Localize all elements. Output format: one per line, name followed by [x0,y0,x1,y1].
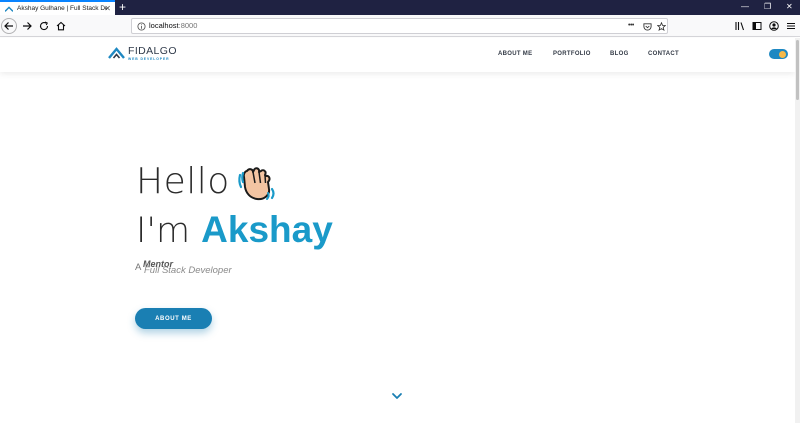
typed-text-role: Full Stack Developer [144,265,232,276]
hero-greeting: Hello [136,161,230,202]
forward-button[interactable] [20,19,34,33]
nav-contact[interactable]: CONTACT [648,51,679,57]
logo-roof-icon [108,47,125,59]
reload-button[interactable] [37,19,51,33]
nav-about-me[interactable]: ABOUT ME [498,51,532,57]
tab-title: Akshay Gulhane | Full Stack Developer [17,5,107,12]
nav-blog[interactable]: BLOG [610,51,629,57]
hamburger-menu-icon[interactable] [786,21,796,31]
back-button[interactable] [1,18,17,34]
site-favicon-icon [5,5,13,12]
typed-article: A [135,262,142,273]
scrollbar-thumb[interactable] [796,40,799,100]
theme-toggle[interactable] [769,49,788,59]
forward-arrow-icon [23,22,32,30]
browser-tab-active[interactable]: Akshay Gulhane | Full Stack Developer ✕ [0,0,115,15]
logo-tagline: WEB DEVELOPER [128,57,170,61]
about-me-button[interactable]: ABOUT ME [135,308,212,329]
hero-name: Akshay [201,209,333,250]
site-logo[interactable]: FIDALGO WEB DEVELOPER [108,46,177,62]
site-header: FIDALGO WEB DEVELOPER ABOUT ME PORTFOLIO… [0,38,795,72]
bookmark-star-icon[interactable] [657,22,666,31]
hero-intro-prefix: I'm [136,211,202,251]
scroll-down-chevron-icon[interactable] [391,391,403,401]
logo-word: FIDALGO [128,45,177,57]
minimize-icon[interactable]: — [741,1,749,13]
new-tab-button[interactable]: + [119,0,126,14]
window-close-icon[interactable]: ✕ [786,1,793,13]
address-bar[interactable]: localhost:8000 ••• [131,18,668,34]
browser-toolbar: localhost:8000 ••• [0,15,800,37]
restore-icon[interactable]: ❐ [764,1,771,13]
logo-text-group: FIDALGO WEB DEVELOPER [128,46,177,62]
browser-tab-strip: Akshay Gulhane | Full Stack Developer ✕ … [0,0,800,15]
nav-portfolio[interactable]: PORTFOLIO [553,51,591,57]
back-arrow-icon [4,22,13,30]
library-icon[interactable] [735,21,745,31]
page-actions-menu[interactable]: ••• [628,20,634,32]
hero-intro: I'm Akshay [136,208,333,253]
theme-toggle-knob [779,50,786,58]
home-button[interactable] [54,19,68,33]
tab-close-icon[interactable]: ✕ [104,4,111,14]
account-icon[interactable] [769,21,779,31]
waving-hand-icon [238,167,275,201]
pocket-icon[interactable] [643,22,652,31]
url-text[interactable]: localhost:8000 [149,20,197,32]
site-info-icon[interactable] [137,22,146,31]
page-scrollbar[interactable] [795,38,800,423]
reload-icon [39,21,49,31]
home-icon [56,21,66,31]
sidebar-icon[interactable] [752,21,762,31]
